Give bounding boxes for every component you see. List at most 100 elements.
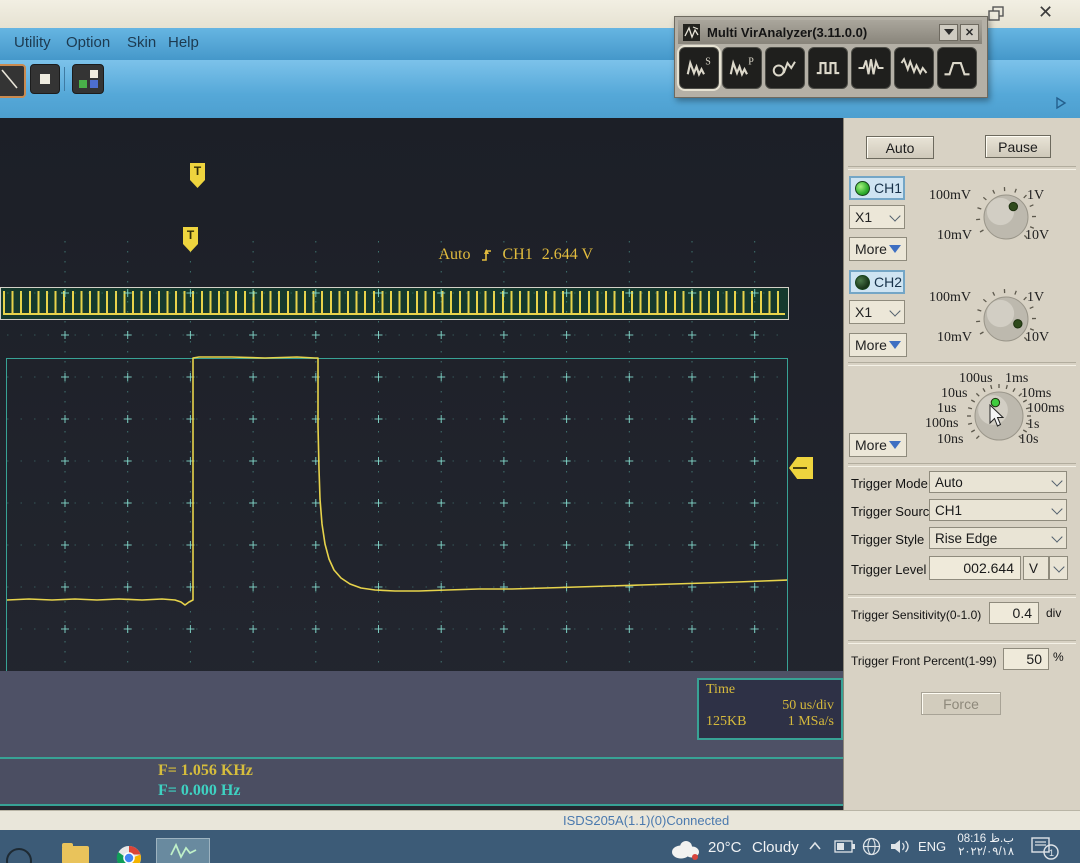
ch1-more-label: More xyxy=(855,241,887,257)
section-divider xyxy=(848,594,1076,598)
trigger-sensitivity-label: Trigger Sensitivity(0-1.0) xyxy=(851,608,982,622)
svg-text:P: P xyxy=(748,56,754,67)
ch2-multiplier-value: X1 xyxy=(855,304,873,320)
line-tool-icon[interactable] xyxy=(0,64,26,98)
ch2-led-icon xyxy=(855,274,870,290)
clock[interactable]: 08:16 ب.ظ ۲۰۲۲/۰۹/۱۸ xyxy=(948,833,1014,859)
layout-panels-icon[interactable] xyxy=(72,64,104,94)
damped-wave-mode-icon[interactable] xyxy=(894,47,934,89)
timebase-more-dropdown[interactable]: More xyxy=(849,433,907,457)
tray-expand-chevron-icon[interactable] xyxy=(808,841,822,851)
ch2-enable-toggle[interactable]: CH2 xyxy=(849,270,905,294)
chevron-down-icon xyxy=(889,304,901,317)
ch2-more-dropdown[interactable]: More xyxy=(849,333,907,357)
dropdown-arrow-icon xyxy=(889,341,901,349)
weather-temperature[interactable]: 20°C xyxy=(708,839,742,856)
trigger-level-unit-select[interactable]: V xyxy=(1023,556,1049,580)
chevron-down-icon xyxy=(1051,474,1063,487)
trigger-level-unit: V xyxy=(1029,560,1039,576)
ch1-multiplier-select[interactable]: X1 xyxy=(849,205,905,229)
time-panel-title: Time xyxy=(706,682,736,697)
ch2-frequency-readout: F= 0.000 Hz xyxy=(158,782,241,799)
trigger-front-input[interactable]: 50 xyxy=(1003,648,1049,670)
active-scope-app-tile[interactable] xyxy=(156,838,210,863)
time-per-div: 50 us/div xyxy=(782,698,834,713)
trigger-level-value: 002.644 xyxy=(963,560,1014,576)
stop-icon[interactable] xyxy=(30,64,60,94)
ch1-multiplier-value: X1 xyxy=(855,209,873,225)
section-divider xyxy=(848,463,1076,467)
ch1-enable-toggle[interactable]: CH1 xyxy=(849,176,905,200)
trigger-sensitivity-input[interactable]: 0.4 xyxy=(989,602,1039,624)
graticule-grid xyxy=(7,241,787,669)
weather-cloud-icon[interactable] xyxy=(668,838,700,860)
chrome-icon[interactable] xyxy=(116,845,142,863)
dropdown-arrow-icon xyxy=(889,441,901,449)
battery-icon[interactable] xyxy=(834,840,856,853)
toolbar-separator xyxy=(64,67,65,91)
close-window-icon[interactable]: ✕ xyxy=(1038,2,1053,23)
toolbar-overflow-arrow-icon[interactable] xyxy=(1054,96,1068,110)
sweep-periodic-mode-icon[interactable]: P xyxy=(722,47,762,89)
square-wave-mode-icon[interactable] xyxy=(808,47,848,89)
trigger-source-label: Trigger Source xyxy=(851,504,937,519)
svg-text:1: 1 xyxy=(1049,848,1054,858)
ch2-volts-knob[interactable] xyxy=(951,288,1061,350)
restore-window-icon[interactable] xyxy=(988,6,1006,22)
trigger-style-select[interactable]: Rise Edge xyxy=(929,527,1067,549)
sweep-single-mode-icon[interactable]: S xyxy=(677,45,721,91)
clock-date: ۲۰۲۲/۰۹/۱۸ xyxy=(958,846,1014,858)
menu-option[interactable]: Option xyxy=(66,34,110,51)
overview-trigger-marker[interactable]: T xyxy=(190,163,205,188)
ch1-frequency-readout: F= 1.056 KHz xyxy=(158,762,253,779)
trigger-mode-select[interactable]: Auto xyxy=(929,471,1067,493)
language-indicator[interactable]: ENG xyxy=(918,839,946,854)
menu-skin[interactable]: Skin xyxy=(127,34,156,51)
trigger-source-value: CH1 xyxy=(935,502,963,518)
trigger-sensitivity-value: 0.4 xyxy=(1012,605,1032,621)
section-divider xyxy=(848,640,1076,644)
record-buffer: 125KB xyxy=(706,714,747,729)
file-explorer-icon[interactable] xyxy=(62,843,89,863)
trigger-front-label: Trigger Front Percent(1-99) xyxy=(851,654,997,668)
clock-time: 08:16 ب.ظ xyxy=(957,833,1014,845)
taskbar: 20°C Cloudy ENG 08:16 ب.ظ ۲۰۲۲/۰۹/۱۸ 1 xyxy=(0,830,1080,863)
ch1-waveform-trace xyxy=(7,356,787,606)
trapezoid-pulse-mode-icon[interactable] xyxy=(937,47,977,89)
device-connection-status: ISDS205A(1.1)(0)Connected xyxy=(563,813,730,828)
menu-help[interactable]: Help xyxy=(168,34,199,51)
scan-mode-icon[interactable] xyxy=(765,47,805,89)
oscilloscope-app-screen: ✕ Utility Option Skin Help Capture 1 Pla… xyxy=(0,0,1080,863)
burst-wave-mode-icon[interactable] xyxy=(851,47,891,89)
analyzer-minimize-button[interactable] xyxy=(939,23,958,41)
taskbar-app-icon[interactable] xyxy=(6,848,32,863)
trigger-level-marker[interactable] xyxy=(789,457,813,479)
section-divider xyxy=(848,362,1076,366)
trigger-source-select[interactable]: CH1 xyxy=(929,499,1067,521)
trigger-level-label: Trigger Level xyxy=(851,562,927,577)
scope-display-area: Auto CH1 2.644 V T T Time 50 us/div 125K… xyxy=(0,118,843,810)
ch2-more-label: More xyxy=(855,337,887,353)
trigger-style-label: Trigger Style xyxy=(851,532,925,547)
ch2-multiplier-select[interactable]: X1 xyxy=(849,300,905,324)
trigger-level-unit-chevron[interactable] xyxy=(1049,556,1068,580)
sample-rate: 1 MSa/s xyxy=(787,714,834,729)
analyzer-app-icon xyxy=(683,23,700,41)
speaker-icon[interactable] xyxy=(890,838,912,855)
analyzer-close-button[interactable]: ✕ xyxy=(960,23,979,41)
chevron-down-icon xyxy=(889,209,901,222)
menu-utility[interactable]: Utility xyxy=(14,34,51,51)
weather-condition[interactable]: Cloudy xyxy=(752,839,799,856)
network-globe-icon[interactable] xyxy=(862,837,881,856)
ch1-volts-knob[interactable] xyxy=(951,186,1061,248)
section-divider xyxy=(848,166,1076,170)
analyzer-titlebar[interactable]: Multi VirAnalyzer(3.11.0.0) ✕ xyxy=(678,20,982,44)
ch1-led-icon xyxy=(855,180,870,196)
auto-button[interactable]: Auto xyxy=(866,136,934,159)
ch1-more-dropdown[interactable]: More xyxy=(849,237,907,261)
notification-center-icon[interactable]: 1 xyxy=(1030,836,1060,860)
pause-button[interactable]: Pause xyxy=(985,135,1051,158)
analyzer-window: Multi VirAnalyzer(3.11.0.0) ✕ S P xyxy=(674,16,988,98)
trigger-level-input[interactable]: 002.644 xyxy=(929,556,1021,580)
force-button[interactable]: Force xyxy=(921,692,1001,715)
